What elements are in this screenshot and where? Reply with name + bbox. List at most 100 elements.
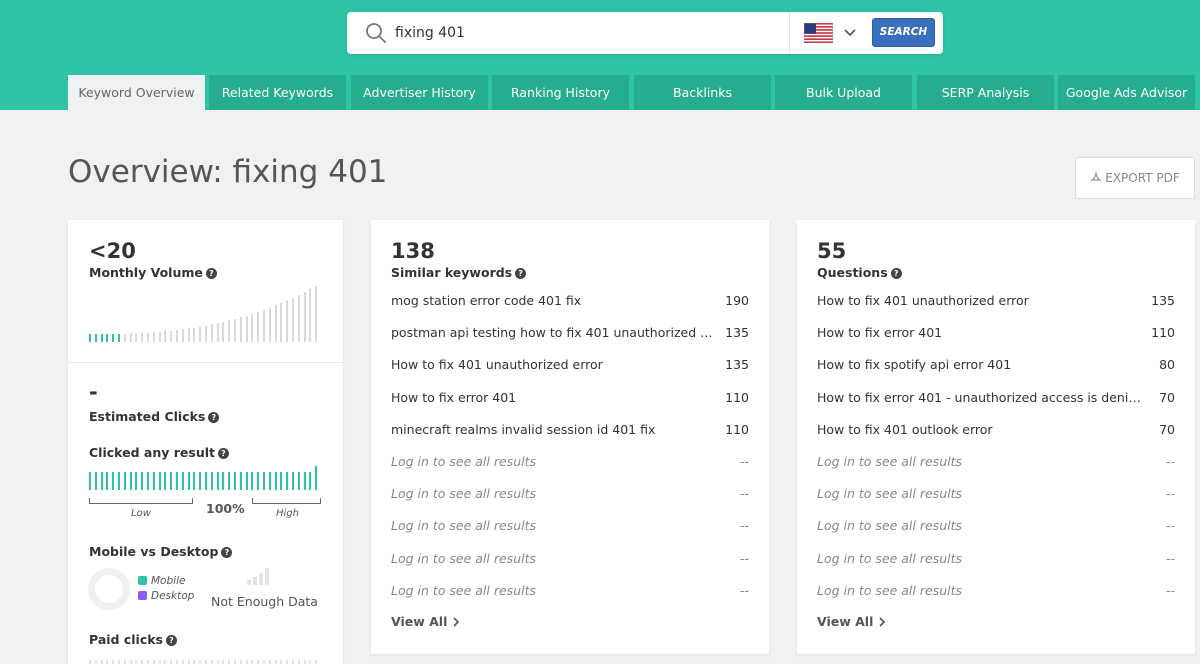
meter-tick (297, 295, 300, 342)
volume-trend-chart (89, 282, 321, 342)
help-icon[interactable]: ? (221, 547, 233, 558)
keyword-row[interactable]: How to fix 401 unauthorized error 135 (391, 357, 749, 377)
meter-tick (222, 321, 225, 342)
keyword-text: postman api testing how to fix 401 unaut… (391, 325, 716, 341)
help-icon[interactable]: ? (205, 268, 217, 279)
meter-tick (187, 660, 190, 664)
tab-serp-analysis[interactable]: SERP Analysis (917, 75, 1054, 110)
locked-result-row[interactable]: Log in to see all results -- (817, 454, 1175, 474)
keyword-text: How to fix error 401 (391, 389, 517, 405)
locked-result-row[interactable]: Log in to see all results -- (817, 583, 1175, 603)
search-volume: -- (739, 454, 749, 469)
meter-tick (176, 330, 178, 342)
search-icon (366, 23, 386, 43)
questions-label: Questions? (817, 265, 902, 280)
locked-result-row[interactable]: Log in to see all results -- (391, 486, 749, 506)
meter-tick (147, 660, 149, 664)
meter-tick (158, 472, 161, 490)
locked-result-row[interactable]: Log in to see all results -- (817, 486, 1175, 506)
meter-tick (205, 660, 207, 664)
meter-tick (263, 472, 265, 490)
meter-tick (210, 324, 213, 342)
estimated-clicks-label: Estimated Clicks? (89, 409, 220, 424)
meter-tick (297, 472, 300, 490)
mobile-desktop-donut (88, 568, 130, 610)
similar-view-all-link[interactable]: View All (391, 614, 460, 629)
meter-tick (123, 660, 126, 664)
meter-tick (315, 660, 318, 664)
tab-related-keywords[interactable]: Related Keywords (209, 75, 346, 110)
meter-tick (94, 472, 97, 490)
tab-ranking-history[interactable]: Ranking History (492, 75, 629, 110)
tab-google-ads-advisor[interactable]: Google Ads Advisor (1058, 75, 1195, 110)
meter-tick (147, 332, 149, 342)
help-icon[interactable]: ? (890, 268, 902, 279)
meter-tick (257, 311, 260, 342)
login-prompt: Log in to see all results (391, 454, 537, 469)
meter-tick (158, 660, 161, 664)
meter-tick (234, 660, 236, 664)
export-pdf-button[interactable]: EXPORT PDF (1075, 157, 1195, 199)
locked-result-row[interactable]: Log in to see all results -- (391, 583, 749, 603)
bar-chart-icon (247, 568, 269, 585)
meter-tick (263, 660, 265, 664)
locked-result-row[interactable]: Log in to see all results -- (817, 518, 1175, 538)
meter-tick (199, 472, 202, 490)
locked-result-row[interactable]: Log in to see all results -- (391, 551, 749, 571)
meter-tick (274, 660, 277, 664)
locked-result-row[interactable]: Log in to see all results -- (391, 454, 749, 474)
tab-backlinks[interactable]: Backlinks (634, 75, 771, 110)
keyword-row[interactable]: How to fix error 401 - unauthorized acce… (817, 390, 1175, 410)
questions-view-all-link[interactable]: View All (817, 614, 886, 629)
help-icon[interactable]: ? (515, 268, 527, 279)
meter-tick (100, 472, 103, 490)
chevron-down-icon (844, 29, 856, 37)
mobile-swatch (138, 576, 147, 585)
meter-tick (89, 660, 91, 664)
keyword-row[interactable]: How to fix 401 outlook error 70 (817, 422, 1175, 442)
meter-tick (176, 472, 178, 490)
keyword-row[interactable]: mog station error code 401 fix 190 (391, 293, 749, 313)
meter-tick (187, 328, 190, 342)
meter-tick (135, 660, 138, 664)
meter-tick (228, 472, 231, 490)
legend-desktop: Desktop (138, 590, 194, 602)
meter-tick (239, 472, 242, 490)
clicked-any-result-label: Clicked any result? (89, 445, 229, 460)
tab-bulk-upload[interactable]: Bulk Upload (775, 75, 912, 110)
meter-tick (129, 660, 132, 664)
similar-keywords-label: Similar keywords? (391, 265, 527, 280)
monthly-volume-value: <20 (89, 239, 136, 263)
locked-result-row[interactable]: Log in to see all results -- (817, 551, 1175, 571)
volume-card: <20 Monthly Volume? - Estimated Clicks? … (68, 220, 343, 664)
similar-keywords-card: 138 Similar keywords? mog station error … (371, 220, 769, 654)
keyword-row[interactable]: minecraft realms invalid session id 401 … (391, 422, 749, 442)
meter-tick (199, 326, 202, 342)
search-input[interactable] (395, 20, 775, 46)
help-icon[interactable]: ? (208, 412, 220, 423)
meter-tick (176, 660, 178, 664)
tab-advertiser-history[interactable]: Advertiser History (351, 75, 488, 110)
meter-tick (193, 660, 196, 664)
help-icon[interactable]: ? (217, 448, 229, 459)
meter-tick (280, 472, 283, 490)
chevron-right-icon (453, 617, 460, 627)
keyword-row[interactable]: How to fix spotify api error 401 80 (817, 357, 1175, 377)
meter-tick (234, 472, 236, 490)
keyword-row[interactable]: How to fix 401 unauthorized error 135 (817, 293, 1175, 313)
locked-result-row[interactable]: Log in to see all results -- (391, 518, 749, 538)
keyword-row[interactable]: How to fix error 401 110 (817, 325, 1175, 345)
meter-tick (292, 660, 294, 664)
mobile-vs-desktop-label: Mobile vs Desktop? (89, 544, 233, 559)
keyword-row[interactable]: How to fix error 401 110 (391, 390, 749, 410)
meter-tick (158, 331, 161, 342)
keyword-text: How to fix 401 unauthorized error (391, 357, 603, 373)
search-volume: -- (1165, 486, 1175, 502)
tab-keyword-overview[interactable]: Keyword Overview (68, 75, 205, 110)
meter-tick (251, 313, 254, 342)
help-icon[interactable]: ? (166, 635, 177, 646)
keyword-row[interactable]: postman api testing how to fix 401 unaut… (391, 325, 749, 345)
meter-tick (187, 472, 190, 490)
country-select[interactable] (789, 12, 867, 54)
search-button[interactable]: SEARCH (872, 18, 935, 47)
